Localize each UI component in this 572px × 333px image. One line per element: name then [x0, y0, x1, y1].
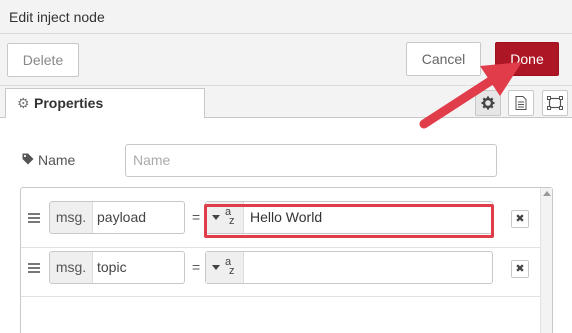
appearance-tab-button[interactable] — [542, 90, 568, 116]
property-input[interactable]: msg. topic — [49, 251, 185, 284]
tab-properties-label: Properties — [34, 95, 104, 111]
caret-down-icon — [212, 265, 220, 270]
list-item: msg. topic = az ✖ — [21, 247, 541, 296]
property-input[interactable]: msg. payload — [49, 201, 185, 234]
gear-tab-button[interactable] — [475, 90, 501, 116]
type-selector[interactable]: az — [206, 252, 244, 283]
dialog-button-bar: Delete Cancel Done — [0, 34, 572, 86]
dialog-title-bar: Edit inject node — [0, 0, 572, 34]
remove-row-button[interactable]: ✖ — [511, 210, 529, 228]
gear-icon — [481, 96, 495, 110]
equals-sign: = — [192, 209, 201, 225]
document-icon — [515, 96, 527, 110]
name-input[interactable]: Name — [125, 144, 497, 177]
scroll-up-arrow-icon[interactable] — [543, 191, 551, 196]
tab-bar: ⚙ Properties — [0, 86, 572, 119]
remove-row-button[interactable]: ✖ — [511, 260, 529, 278]
property-name: topic — [97, 259, 127, 275]
cancel-button[interactable]: Cancel — [406, 42, 481, 76]
done-button[interactable]: Done — [495, 42, 559, 76]
value-input[interactable]: az — [205, 251, 493, 284]
string-az-icon: az — [225, 256, 235, 277]
name-label-text: Name — [38, 152, 76, 168]
property-name: payload — [97, 209, 147, 225]
empty-list-area — [21, 296, 541, 333]
scrollbar[interactable] — [540, 188, 552, 333]
tab-properties[interactable]: ⚙ Properties — [5, 88, 205, 119]
name-label: Name — [22, 152, 75, 168]
tag-icon — [22, 152, 34, 168]
dialog-title: Edit inject node — [9, 9, 105, 25]
drag-handle-icon[interactable] — [28, 213, 40, 223]
msg-prefix: msg. — [50, 252, 93, 283]
equals-sign: = — [192, 259, 201, 275]
drag-handle-icon[interactable] — [28, 263, 40, 273]
delete-button[interactable]: Delete — [7, 43, 79, 77]
gear-icon: ⚙ — [17, 95, 30, 111]
frame-icon — [547, 96, 563, 110]
value-highlight-box — [204, 204, 494, 238]
description-tab-button[interactable] — [508, 90, 534, 116]
msg-prefix: msg. — [50, 202, 93, 233]
